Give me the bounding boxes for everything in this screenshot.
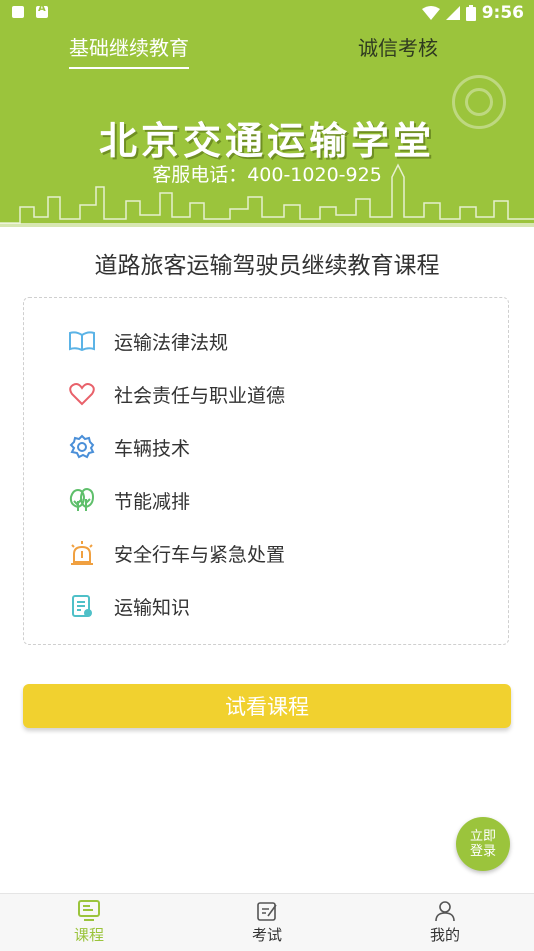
nav-mine[interactable]: 我的 bbox=[405, 898, 485, 945]
module-item[interactable]: 安全行车与紧急处置 bbox=[68, 537, 285, 569]
book-icon bbox=[68, 327, 96, 355]
nav-courses[interactable]: 课程 bbox=[49, 898, 129, 945]
module-item[interactable]: 运输法律法规 bbox=[68, 325, 228, 357]
header-banner: 9:56 基础继续教育 诚信考核 北京交通运输学堂 客服电话：400-1020-… bbox=[0, 0, 534, 227]
monitor-icon bbox=[49, 898, 129, 924]
notification-icon bbox=[12, 6, 24, 18]
module-label: 节能减排 bbox=[114, 490, 191, 513]
status-time: 9:56 bbox=[481, 3, 524, 23]
module-item[interactable]: 车辆技术 bbox=[68, 431, 190, 463]
heart-icon bbox=[68, 380, 96, 408]
login-label-line1: 立即 bbox=[469, 829, 496, 844]
bottom-navigation: 课程 考试 我的 bbox=[0, 893, 534, 951]
module-item[interactable]: 节能减排 bbox=[68, 484, 190, 516]
user-icon bbox=[405, 898, 485, 924]
nav-label: 课程 bbox=[73, 926, 104, 944]
login-label-line2: 登录 bbox=[469, 844, 496, 859]
nav-label: 考试 bbox=[251, 926, 282, 944]
module-label: 车辆技术 bbox=[114, 437, 191, 460]
login-now-button[interactable]: 立即 登录 bbox=[456, 817, 510, 871]
wifi-icon bbox=[421, 6, 440, 20]
tree-icon bbox=[68, 486, 96, 514]
course-module-list: 运输法律法规 社会责任与职业道德 车辆技术 节能减排 安全行车与紧急处置 运输知… bbox=[23, 297, 509, 645]
module-item[interactable]: 社会责任与职业道德 bbox=[68, 378, 285, 410]
module-label: 社会责任与职业道德 bbox=[114, 384, 286, 407]
gear-icon bbox=[68, 433, 96, 461]
course-title: 道路旅客运输驾驶员继续教育课程 bbox=[94, 253, 440, 279]
signal-icon bbox=[445, 6, 460, 20]
login-button-label: 立即 登录 bbox=[470, 829, 496, 859]
city-skyline-illustration bbox=[0, 163, 534, 227]
alarm-icon bbox=[68, 539, 96, 567]
module-label: 安全行车与紧急处置 bbox=[114, 543, 286, 566]
battery-icon bbox=[465, 5, 476, 21]
nav-label: 我的 bbox=[429, 926, 460, 944]
tab-integrity-exam[interactable]: 诚信考核 bbox=[358, 32, 438, 61]
module-label: 运输知识 bbox=[114, 596, 191, 619]
top-tabs: 基础继续教育 诚信考核 bbox=[0, 32, 534, 72]
status-bar: 9:56 bbox=[0, 0, 534, 28]
app-notification-icon bbox=[36, 3, 48, 18]
exam-edit-icon bbox=[227, 898, 307, 924]
module-item[interactable]: 运输知识 bbox=[68, 590, 190, 622]
module-label: 运输法律法规 bbox=[114, 331, 229, 354]
nav-exam[interactable]: 考试 bbox=[227, 898, 307, 945]
trial-course-button[interactable]: 试看课程 bbox=[23, 684, 511, 728]
document-icon bbox=[68, 592, 96, 620]
tab-basic-education[interactable]: 基础继续教育 bbox=[69, 32, 189, 69]
